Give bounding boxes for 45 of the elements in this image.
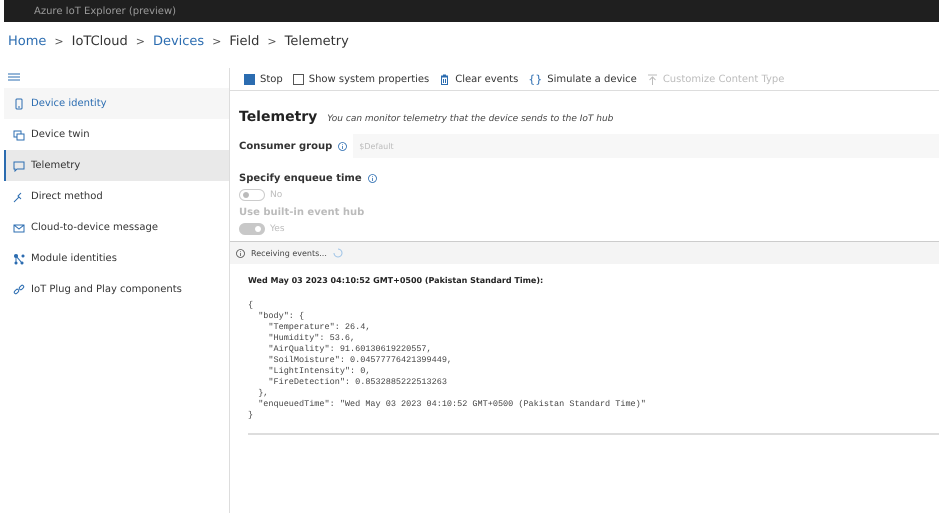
field-label: Consumer group xyxy=(239,140,332,152)
windows-icon xyxy=(13,128,25,140)
clear-events-button[interactable]: Clear events xyxy=(439,74,518,84)
sidebar-item[interactable]: Module identities xyxy=(4,243,229,274)
breadcrumb-item: IoTCloud xyxy=(72,34,128,49)
sidebar-item[interactable]: Device twin xyxy=(4,119,229,150)
chat-icon xyxy=(13,160,25,172)
event-timestamp: Wed May 03 2023 04:10:52 GMT+0500 (Pakistan Standard Time): xyxy=(248,276,544,285)
sidebar-item[interactable]: Direct method xyxy=(4,181,229,212)
breadcrumb-item: Telemetry xyxy=(284,34,349,49)
breadcrumb-item: Field xyxy=(229,34,260,49)
toggle-state: Yes xyxy=(270,224,285,234)
sidebar-item[interactable]: Device identity xyxy=(4,88,229,119)
page-subtitle: You can monitor telemetry that the device sends to the IoT hub xyxy=(327,114,614,124)
trash-icon xyxy=(439,74,450,84)
stop-icon xyxy=(244,74,255,84)
separator: > xyxy=(267,35,277,48)
simulate-button[interactable]: {} Simulate a device xyxy=(528,72,637,86)
breadcrumb-link[interactable]: Devices xyxy=(152,34,204,49)
consumer-group-field[interactable]: $Default xyxy=(353,134,939,158)
checkbox[interactable]: Show system properties xyxy=(292,74,430,84)
link-icon xyxy=(13,284,25,296)
nodes-icon xyxy=(13,252,25,264)
info-icon xyxy=(236,248,245,258)
sidebar-item[interactable]: IoT Plug and Play components xyxy=(4,274,229,305)
separator: > xyxy=(212,35,222,48)
sidebar-item[interactable]: Cloud-to-device message xyxy=(4,212,229,243)
breadcrumb-link[interactable]: Home xyxy=(8,34,46,49)
event-json: { "body": { "Temperature": 26.4, "Humidity": 53.6, "AirQuality": 91.60130619220557, "SoilMoisture": 0.04577776421399449, "LightIntensity": 0, "FireDetection": 0.8532885222513263 }, "enqueuedTime": "Wed May 03 2023 04:10:52 GMT+0500 (Pakistan Standard Time)" } xyxy=(248,300,647,421)
spinner-icon xyxy=(332,248,343,258)
stop-button[interactable]: Stop xyxy=(244,74,283,84)
sidebar-item[interactable]: Telemetry xyxy=(4,150,229,181)
envelope-icon xyxy=(13,222,25,234)
phone-icon xyxy=(13,98,25,110)
info-icon[interactable] xyxy=(338,142,348,150)
toggle-label: Specify enqueue time xyxy=(239,173,362,184)
page-heading: Telemetry xyxy=(239,109,318,125)
checkbox-icon xyxy=(292,74,304,84)
toggle-label: Use built-in event hub xyxy=(239,207,364,218)
toggle-state: No xyxy=(270,190,282,200)
separator: > xyxy=(136,35,145,48)
window-title: Azure IoT Explorer (preview) xyxy=(34,6,176,16)
upload-icon xyxy=(646,74,658,84)
separator: > xyxy=(54,35,64,48)
status-text: Receiving events... xyxy=(251,248,327,258)
